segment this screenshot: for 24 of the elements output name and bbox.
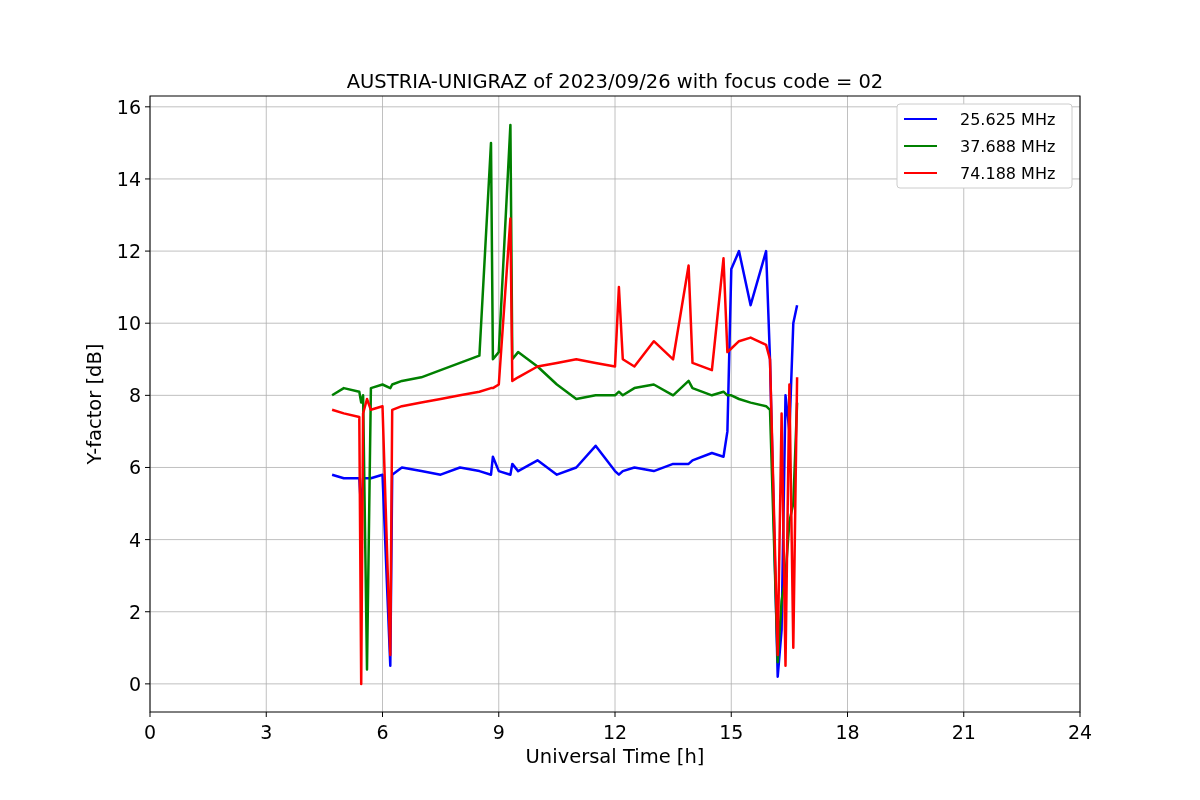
legend-label: 25.625 MHz	[960, 110, 1056, 129]
x-tick-label: 6	[376, 721, 389, 743]
legend-label: 37.688 MHz	[960, 137, 1056, 156]
x-axis-label: Universal Time [h]	[525, 745, 705, 768]
x-tick-label: 18	[835, 721, 860, 743]
y-tick-label: 8	[128, 384, 141, 407]
y-tick-label: 2	[128, 600, 141, 623]
y-tick-label: 16	[116, 95, 141, 118]
chart-title: AUSTRIA-UNIGRAZ of 2023/09/26 with focus code = 02	[346, 70, 884, 93]
legend-label: 74.188 MHz	[960, 164, 1056, 183]
x-tick-label: 15	[719, 721, 744, 743]
y-tick-label: 12	[116, 240, 141, 263]
x-tick-label: 21	[951, 721, 976, 743]
y-tick-label: 4	[128, 528, 141, 551]
x-tick-label: 24	[1067, 721, 1093, 743]
x-tick-label: 12	[602, 721, 628, 743]
x-tick-label: 3	[260, 721, 273, 743]
x-tick-label: 0	[143, 721, 157, 743]
y-axis-label: Y-factor [dB]	[83, 343, 106, 465]
y-tick-label: 10	[116, 312, 141, 335]
x-tick-label: 9	[492, 721, 505, 743]
y-tick-label: 0	[128, 672, 141, 695]
y-tick-label: 6	[128, 456, 141, 479]
y-tick-label: 14	[116, 167, 141, 190]
